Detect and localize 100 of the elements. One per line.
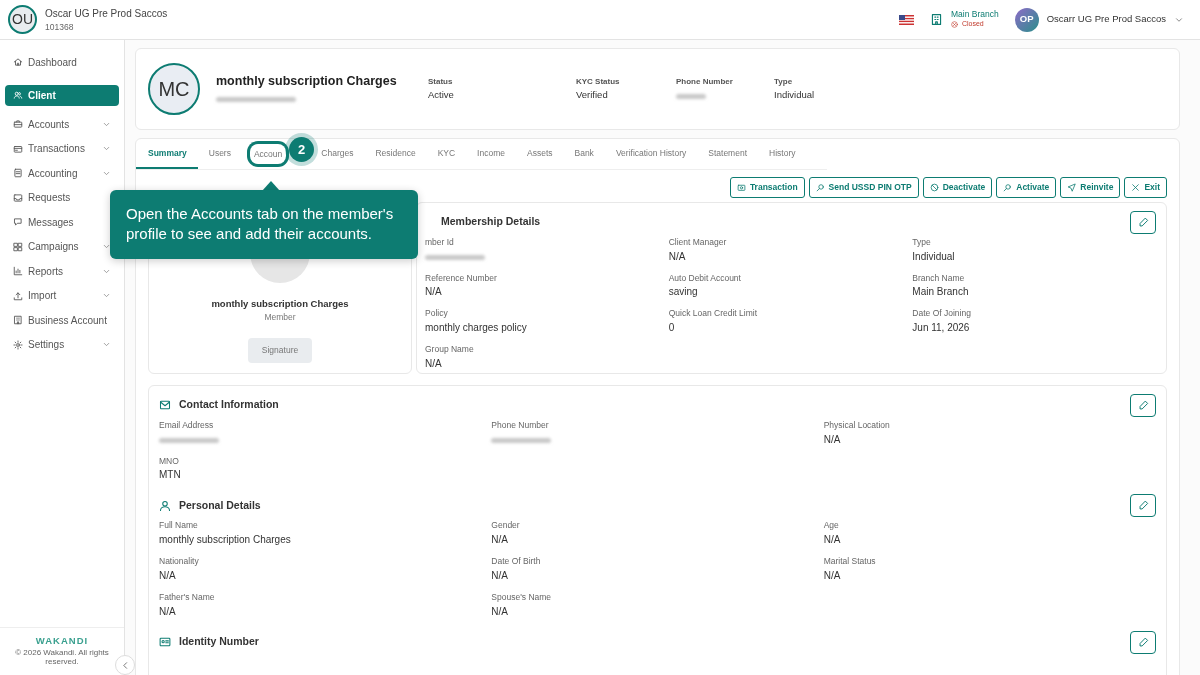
field-value: monthly charges policy [425, 321, 528, 335]
section-title: Contact Information [179, 397, 279, 413]
user-name[interactable]: Oscarr UG Pre Prod Saccos [1046, 12, 1166, 27]
action-button[interactable]: Activate [996, 177, 1057, 198]
tab[interactable]: Summary [136, 139, 198, 169]
tab[interactable]: Accoun [249, 144, 287, 164]
org-name: Oscar UG Pre Prod Saccos [45, 6, 168, 21]
field-label: Date Of Joining [912, 307, 972, 320]
chart-icon [13, 266, 23, 276]
flag-icon[interactable] [898, 15, 914, 26]
edit-icon [1137, 216, 1149, 228]
user-avatar[interactable]: OP [1014, 7, 1039, 32]
ledger-icon [13, 168, 23, 178]
field-label: Type [912, 235, 932, 249]
send-icon [1067, 182, 1077, 192]
field-value: N/A [823, 533, 842, 547]
field-label: Gender [491, 519, 521, 532]
field-label: Phone Number [491, 418, 550, 432]
field-label: Reference Number [425, 271, 498, 285]
search-icon [1003, 182, 1013, 192]
sidebar-item[interactable]: Accounting [5, 162, 119, 184]
field-value: Main Branch [912, 285, 970, 300]
stat-value: Active [428, 87, 455, 102]
member-role: Member [264, 311, 296, 324]
action-button[interactable]: Send USSD PIN OTP [808, 177, 919, 198]
action-button[interactable]: Exit [1124, 177, 1167, 198]
field-value: monthly subscription Charges [159, 533, 292, 547]
org-code: 101368 [45, 20, 75, 34]
camera-icon [736, 182, 746, 192]
edit-button[interactable] [1130, 630, 1156, 654]
client-name: monthly subscription Charges [216, 73, 398, 91]
member-name: monthly subscription Charges [211, 297, 349, 311]
tab[interactable]: Residence [364, 139, 427, 169]
field-value: N/A [159, 568, 177, 583]
chat-icon [13, 217, 23, 227]
tab[interactable]: KYC [426, 139, 467, 169]
sidebar-item[interactable]: Client [5, 84, 119, 106]
field-label: Client Manager [668, 235, 728, 249]
action-button[interactable]: Reinvite [1060, 177, 1121, 198]
field-value: MTN [159, 468, 182, 483]
field-label: Date Of Birth [491, 555, 542, 568]
mail-icon [159, 399, 171, 412]
field-value: 0 [668, 321, 676, 335]
field-label: mber Id [425, 235, 455, 249]
section-title: Personal Details [179, 497, 261, 513]
section-title: Identity Number [179, 634, 259, 650]
field-value: N/A [668, 249, 687, 264]
edit-button[interactable] [1130, 393, 1156, 417]
field-value: N/A [491, 604, 509, 619]
field-value: N/A [823, 568, 842, 583]
sidebar-item[interactable]: Dashboard [5, 51, 119, 73]
field-label: Spouse's Name [491, 590, 553, 604]
field-value: N/A [159, 604, 177, 619]
field-label: Physical Location [823, 418, 891, 432]
close-circle-icon [950, 20, 958, 28]
tab[interactable]: Verification History [604, 139, 698, 169]
home-icon [13, 57, 23, 67]
action-button[interactable]: Deactivate [922, 177, 993, 198]
edit-icon [1137, 636, 1149, 648]
stat-label: Phone Number [676, 75, 734, 88]
field-value: Individual [912, 249, 956, 264]
brand-logo: WAKANDI [34, 633, 90, 648]
branch-name: Main Branch [950, 9, 999, 19]
sidebar-item[interactable]: Business Account [5, 309, 119, 331]
field-label: Email Address [159, 418, 215, 432]
field-value: N/A [425, 285, 443, 300]
tab[interactable]: Income [466, 139, 516, 169]
tab[interactable]: Statement [697, 139, 758, 169]
tab[interactable]: Users [197, 139, 242, 169]
sidebar-item[interactable]: Accounts [5, 113, 119, 135]
sidebar-item[interactable]: Reports [5, 260, 119, 282]
edit-button[interactable] [1130, 210, 1156, 234]
field-label: Age [823, 519, 840, 532]
chevron-down-icon [102, 144, 111, 153]
block-icon [929, 182, 939, 192]
sidebar-item[interactable]: Settings [5, 334, 119, 355]
org-avatar: OU [8, 5, 37, 34]
field-value: Jun 11, 2026 [912, 321, 971, 335]
tab[interactable]: History [758, 139, 807, 169]
sidebar-item[interactable]: Import [5, 285, 119, 306]
id-card-icon [159, 636, 171, 648]
field-value: N/A [491, 568, 509, 583]
action-button[interactable]: Transaction [729, 177, 805, 198]
close-icon [1131, 182, 1141, 192]
chevron-down-icon [102, 291, 111, 300]
users-icon [13, 90, 23, 100]
inbox-icon [13, 192, 23, 203]
briefcase-icon [13, 119, 23, 129]
stat-value: Individual [774, 87, 816, 102]
copyright-text: © 2026 Wakandi. All rights reserved. [14, 647, 110, 667]
field-value: N/A [425, 356, 443, 371]
sidebar-item[interactable]: Transactions [5, 138, 119, 159]
field-label: Policy [425, 307, 449, 320]
edit-icon [1137, 500, 1149, 512]
tab[interactable]: Bank [563, 139, 605, 169]
edit-button[interactable] [1130, 494, 1156, 518]
person-icon [159, 499, 171, 512]
field-label: Branch Name [912, 271, 966, 285]
signature-button[interactable]: Signature [247, 338, 313, 363]
tab[interactable]: Assets [516, 139, 564, 169]
